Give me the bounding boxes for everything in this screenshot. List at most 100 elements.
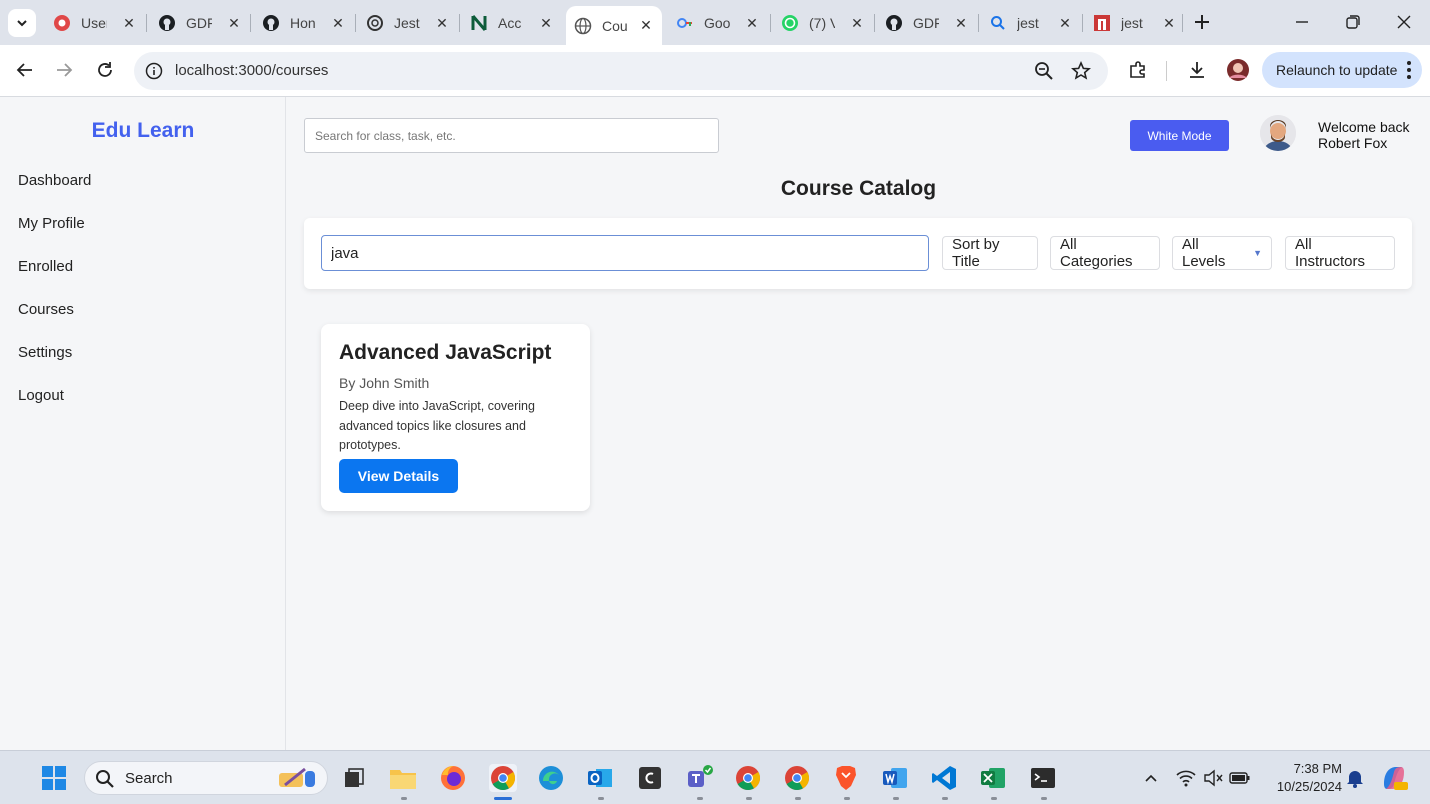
browser-tab[interactable]: Goo ✕ [668, 8, 768, 38]
main-content: White Mode Welcome back Robert Fox Cours… [287, 97, 1430, 750]
browser-tab[interactable]: GDF ✕ [877, 8, 977, 38]
extensions-button[interactable] [1125, 57, 1151, 83]
sidebar-item-enrolled[interactable]: Enrolled [18, 258, 73, 275]
teams-icon[interactable] [685, 764, 713, 792]
task-view-icon[interactable] [340, 764, 368, 792]
chrome-taskbar-icon[interactable] [489, 764, 517, 792]
user-name: Robert Fox [1318, 135, 1388, 151]
sidebar-item-my-profile[interactable]: My Profile [18, 215, 85, 232]
page-title: Course Catalog [780, 177, 937, 200]
bookmark-star-icon[interactable] [1071, 61, 1091, 86]
vscode-icon[interactable] [930, 764, 958, 792]
edge-icon[interactable] [537, 764, 565, 792]
chevron-up-icon[interactable] [1137, 764, 1165, 792]
browser-tab-active[interactable]: Cou ✕ [566, 6, 662, 45]
profile-button[interactable] [1225, 57, 1251, 83]
minimize-button[interactable] [1290, 10, 1314, 34]
downloads-button[interactable] [1184, 57, 1210, 83]
close-icon[interactable]: ✕ [1161, 15, 1177, 31]
course-search-input[interactable] [321, 235, 929, 271]
reload-button[interactable] [92, 57, 118, 83]
running-indicator [844, 797, 850, 800]
tab-title: Acc [498, 15, 522, 31]
copilot-icon[interactable] [1380, 764, 1408, 792]
system-clock[interactable]: 7:38 PM 10/25/2024 [1262, 760, 1342, 796]
sidebar-item-dashboard[interactable]: Dashboard [18, 172, 91, 189]
browser-tab[interactable]: Jest ✕ [358, 8, 458, 38]
back-button[interactable] [12, 57, 38, 83]
category-select[interactable]: All Categories [1050, 236, 1160, 270]
close-icon[interactable]: ✕ [1057, 15, 1073, 31]
forward-button[interactable] [51, 57, 77, 83]
global-search-input[interactable] [304, 118, 719, 153]
search-icon [95, 769, 115, 794]
theme-toggle-button[interactable]: White Mode [1130, 120, 1229, 151]
more-vert-icon[interactable] [1406, 60, 1412, 83]
close-icon[interactable]: ✕ [538, 15, 554, 31]
tab-search-button[interactable] [8, 9, 36, 37]
close-window-button[interactable] [1392, 10, 1416, 34]
speaker-muted-icon[interactable] [1199, 764, 1227, 792]
info-icon[interactable] [145, 62, 163, 85]
close-icon[interactable]: ✕ [638, 17, 654, 34]
restore-button[interactable] [1341, 10, 1365, 34]
brand-logo-text[interactable]: Edu Learn [0, 119, 286, 143]
windows-start-icon[interactable] [40, 764, 68, 792]
view-details-button[interactable]: View Details [339, 459, 458, 493]
running-indicator [598, 797, 604, 800]
relaunch-to-update-button[interactable]: Relaunch to update [1262, 52, 1422, 88]
taskbar-search-box[interactable]: Search [84, 761, 328, 795]
close-icon[interactable]: ✕ [226, 15, 242, 31]
code-editor-icon[interactable] [636, 764, 664, 792]
close-icon[interactable]: ✕ [121, 15, 137, 31]
browser-tab[interactable]: (7) V ✕ [773, 8, 873, 38]
close-icon[interactable]: ✕ [953, 15, 969, 31]
firefox-icon[interactable] [439, 764, 467, 792]
plus-icon [1195, 15, 1209, 29]
chevron-down-icon [17, 20, 27, 27]
active-indicator [494, 797, 512, 800]
outlook-icon[interactable] [586, 764, 614, 792]
file-explorer-icon[interactable] [389, 764, 417, 792]
terminal-icon[interactable] [1029, 764, 1057, 792]
close-icon[interactable]: ✕ [330, 15, 346, 31]
browser-tab[interactable]: User ✕ [45, 8, 145, 38]
tab-title: jest [1017, 15, 1039, 31]
battery-icon[interactable] [1226, 764, 1254, 792]
relaunch-label: Relaunch to update [1276, 62, 1398, 78]
clock-date: 10/25/2024 [1276, 779, 1342, 794]
wifi-icon[interactable] [1172, 764, 1200, 792]
browser-tab[interactable]: jest ✕ [1085, 8, 1185, 38]
instructor-select[interactable]: All Instructors [1285, 236, 1395, 270]
course-filter-bar: Sort by Title All Categories All Levels … [304, 218, 1412, 289]
running-indicator [401, 797, 407, 800]
browser-tab[interactable]: Acc ✕ [462, 8, 562, 38]
new-tab-button[interactable] [1190, 10, 1214, 34]
tab-title: jest [1121, 15, 1143, 31]
tab-divider [1182, 14, 1183, 32]
level-select[interactable]: All Levels ▼ [1172, 236, 1272, 270]
close-icon[interactable]: ✕ [434, 15, 450, 31]
close-icon[interactable]: ✕ [744, 15, 760, 31]
sort-select[interactable]: Sort by Title [942, 236, 1038, 270]
sidebar-item-courses[interactable]: Courses [18, 301, 74, 318]
browser-tab[interactable]: Hon ✕ [254, 8, 354, 38]
browser-tab[interactable]: GDF ✕ [150, 8, 250, 38]
gear-red-icon [53, 14, 71, 32]
excel-icon[interactable] [979, 764, 1007, 792]
zoom-icon[interactable] [1034, 61, 1054, 86]
notification-bell-icon[interactable] [1341, 764, 1369, 792]
chrome-profile-icon[interactable] [734, 764, 762, 792]
url-text: localhost:3000/courses [175, 62, 329, 79]
globe-icon [574, 17, 592, 35]
sidebar-item-settings[interactable]: Settings [18, 344, 72, 361]
sidebar-item-logout[interactable]: Logout [18, 387, 64, 404]
browser-tab[interactable]: jest ✕ [981, 8, 1081, 38]
word-icon[interactable] [881, 764, 909, 792]
chrome-profile-icon[interactable] [783, 764, 811, 792]
avatar[interactable] [1260, 115, 1296, 151]
address-bar[interactable]: localhost:3000/courses [134, 52, 1108, 90]
close-icon[interactable]: ✕ [849, 15, 865, 31]
sidebar: Edu Learn Dashboard My Profile Enrolled … [0, 97, 286, 750]
brave-icon[interactable] [832, 764, 860, 792]
